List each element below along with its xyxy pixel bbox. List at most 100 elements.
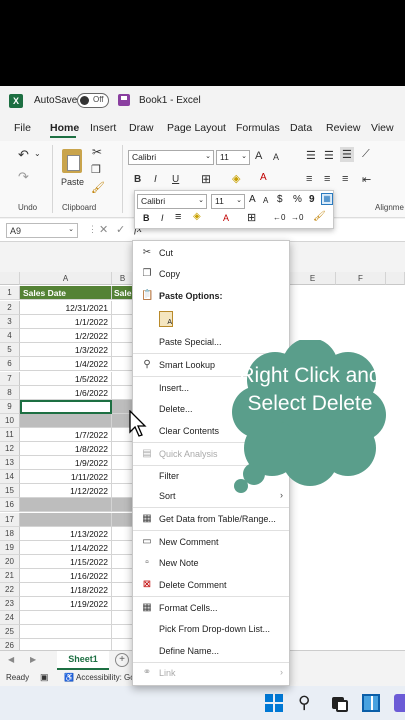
autosave-toggle[interactable]: Off: [77, 93, 109, 108]
cell-sales-date[interactable]: 12/31/2021: [20, 301, 112, 315]
row-header[interactable]: 25: [0, 625, 20, 640]
tab-data[interactable]: Data: [290, 122, 312, 134]
cell-sales-date[interactable]: 1/19/2022: [20, 597, 112, 612]
widgets-icon[interactable]: [362, 694, 380, 712]
mini-center-icon[interactable]: ≡: [175, 211, 181, 223]
column-header-a[interactable]: A: [20, 272, 112, 285]
cell-sales[interactable]: [112, 343, 132, 358]
menu-item-format-cells[interactable]: ▦ Format Cells...: [133, 598, 289, 618]
select-all-corner[interactable]: [0, 272, 20, 285]
cell-sales-date[interactable]: [20, 413, 112, 428]
column-header-b[interactable]: B: [112, 272, 134, 285]
align-center-icon[interactable]: ≡: [324, 173, 330, 185]
windows-start-icon[interactable]: [265, 694, 283, 712]
scroll-left-icon[interactable]: ◀: [8, 655, 14, 664]
grow-font-button[interactable]: A: [255, 150, 262, 162]
row-header[interactable]: 24: [0, 611, 20, 626]
align-left-icon[interactable]: ≡: [306, 173, 312, 185]
cell-sales-date[interactable]: 1/18/2022: [20, 583, 112, 597]
font-name-select[interactable]: Calibri ⌄: [128, 150, 214, 165]
cell-sales[interactable]: [112, 625, 132, 640]
cell-sales-date[interactable]: [20, 625, 112, 640]
cancel-icon[interactable]: ✕: [99, 223, 108, 236]
cell-sales-date[interactable]: 1/5/2022: [20, 371, 112, 386]
cell-sales[interactable]: [112, 484, 132, 499]
cell-sales-date[interactable]: 1/3/2022: [20, 343, 112, 358]
row-header[interactable]: 17: [0, 512, 20, 527]
align-right-icon[interactable]: ≡: [342, 173, 348, 185]
align-middle-icon[interactable]: ☰: [324, 149, 334, 162]
add-sheet-icon[interactable]: +: [115, 653, 129, 667]
name-box[interactable]: A9 ⌄: [6, 223, 78, 238]
italic-button[interactable]: I: [154, 174, 157, 185]
cell-sales[interactable]: [112, 442, 132, 456]
mini-increase-decimal-icon[interactable]: ←0: [273, 213, 285, 222]
row-header[interactable]: 12: [0, 442, 20, 456]
row-header[interactable]: 10: [0, 413, 20, 428]
cell-sales-date[interactable]: 1/4/2022: [20, 357, 112, 372]
row-header[interactable]: 7: [0, 371, 20, 386]
task-view-icon[interactable]: [330, 694, 348, 712]
mini-table-format-icon[interactable]: ▦: [321, 193, 333, 205]
mini-borders-icon[interactable]: ⊞: [247, 211, 256, 224]
menu-item-copy[interactable]: ❐ Copy: [133, 264, 289, 284]
mini-fill-color-icon[interactable]: ◈: [193, 211, 201, 222]
cell-sales-date[interactable]: [20, 512, 112, 527]
cell-sales[interactable]: [112, 512, 132, 527]
row-header[interactable]: 16: [0, 498, 20, 513]
macro-record-icon[interactable]: ▣: [40, 672, 49, 683]
redo-icon[interactable]: ↷: [18, 169, 29, 185]
cell-sales[interactable]: [112, 456, 132, 471]
mini-italic-button[interactable]: I: [161, 213, 164, 223]
cell-sales[interactable]: [112, 569, 132, 583]
row-header[interactable]: 18: [0, 526, 20, 541]
orientation-icon[interactable]: ⟋: [362, 148, 370, 161]
font-size-select[interactable]: 11 ⌄: [216, 150, 250, 165]
format-painter-icon[interactable]: 🖌: [91, 181, 105, 194]
sheet-tab-sheet1[interactable]: Sheet1: [57, 651, 109, 670]
row-header[interactable]: 9: [0, 399, 20, 414]
row-header[interactable]: 11: [0, 427, 20, 442]
row-header[interactable]: 5: [0, 343, 20, 358]
indent-icon[interactable]: ⇤: [362, 173, 371, 186]
header-cell-sales[interactable]: Sale: [112, 286, 132, 300]
column-header-g[interactable]: [386, 272, 405, 285]
tab-page-layout[interactable]: Page Layout: [167, 122, 226, 134]
tab-view[interactable]: View: [371, 122, 394, 134]
row-header[interactable]: 3: [0, 315, 20, 330]
tab-home[interactable]: Home: [50, 122, 79, 134]
cell-sales[interactable]: [112, 357, 132, 372]
mini-comma-button[interactable]: 9: [309, 194, 315, 205]
mini-size-select[interactable]: 11 ⌄: [211, 194, 245, 209]
cell-sales[interactable]: [112, 555, 132, 569]
cell-sales[interactable]: [112, 583, 132, 597]
cell-sales-date[interactable]: [20, 611, 112, 626]
tab-formulas[interactable]: Formulas: [236, 122, 280, 134]
mini-grow-font-button[interactable]: A: [249, 194, 256, 205]
menu-item-define-name[interactable]: Define Name...: [133, 641, 289, 661]
bold-button[interactable]: B: [134, 174, 141, 185]
row-header[interactable]: 14: [0, 470, 20, 485]
header-cell-sales-date[interactable]: Sales Date: [20, 286, 112, 300]
cell-sales-date[interactable]: 1/13/2022: [20, 526, 112, 541]
row-header[interactable]: 1: [0, 286, 20, 300]
underline-button[interactable]: U: [172, 174, 179, 185]
mini-format-painter-icon[interactable]: 🖌: [313, 211, 326, 222]
row-header[interactable]: 19: [0, 540, 20, 555]
mini-bold-button[interactable]: B: [143, 213, 150, 223]
cell-sales-date[interactable]: 1/2/2022: [20, 329, 112, 344]
cell-sales-date[interactable]: 1/11/2022: [20, 470, 112, 485]
cell-sales-date[interactable]: 1/7/2022: [20, 427, 112, 442]
cell-sales[interactable]: [112, 301, 132, 315]
fill-color-icon[interactable]: ◈: [232, 172, 240, 185]
mini-decrease-decimal-icon[interactable]: →0: [291, 213, 303, 222]
tab-review[interactable]: Review: [326, 122, 360, 134]
scroll-right-icon[interactable]: ▶: [30, 655, 36, 664]
undo-icon[interactable]: ↶: [18, 147, 29, 163]
cell-sales[interactable]: [112, 611, 132, 626]
cell-sales[interactable]: [112, 329, 132, 344]
mini-currency-button[interactable]: $: [277, 194, 283, 205]
cell-sales[interactable]: [112, 597, 132, 612]
borders-icon[interactable]: ⊞: [201, 172, 211, 186]
mini-shrink-font-button[interactable]: A: [263, 196, 268, 205]
